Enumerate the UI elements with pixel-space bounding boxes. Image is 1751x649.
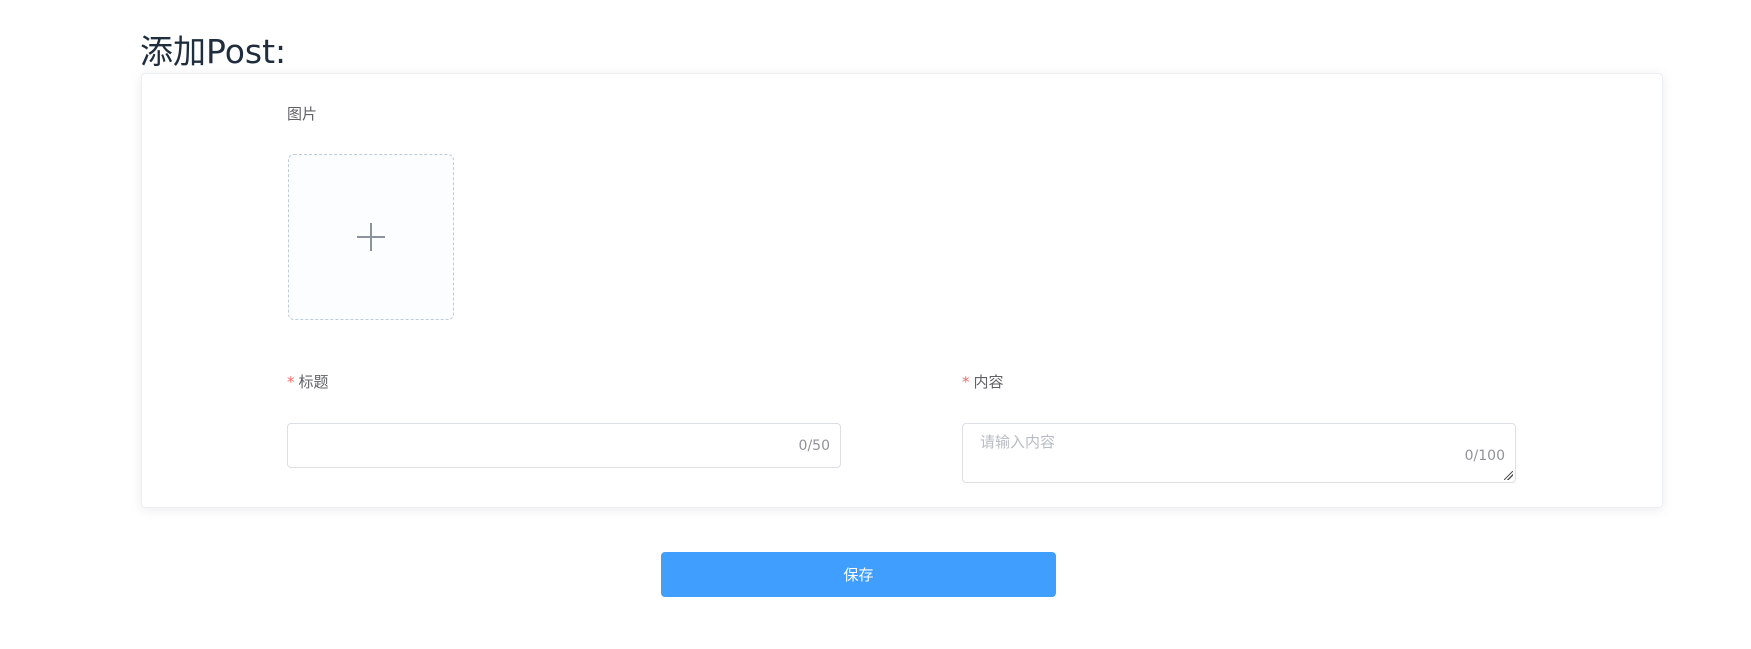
- title-label: * 标题: [287, 372, 329, 392]
- content-label: * 内容: [962, 372, 1004, 392]
- image-upload-button[interactable]: [288, 154, 454, 320]
- image-label: 图片: [287, 104, 317, 124]
- page-title: 添加Post:: [140, 32, 287, 71]
- plus-icon: [357, 223, 385, 251]
- resize-grip-icon[interactable]: [1504, 471, 1513, 480]
- title-input-container: 0/50: [287, 423, 841, 468]
- required-star: *: [962, 373, 970, 391]
- required-star: *: [287, 373, 295, 391]
- title-character-counter: 0/50: [798, 438, 830, 454]
- image-label-text: 图片: [287, 105, 318, 123]
- content-textarea-container: 0/100: [962, 423, 1516, 483]
- content-textarea[interactable]: [963, 424, 1515, 482]
- title-input[interactable]: [288, 424, 768, 467]
- content-label-text: 内容: [973, 373, 1004, 391]
- add-post-form-card: 图片 *标题 0/50 *内容 0/100: [141, 73, 1663, 508]
- title-label-text: 标题: [298, 373, 329, 391]
- save-button[interactable]: 保存: [661, 552, 1056, 597]
- content-character-counter: 0/100: [1464, 448, 1505, 464]
